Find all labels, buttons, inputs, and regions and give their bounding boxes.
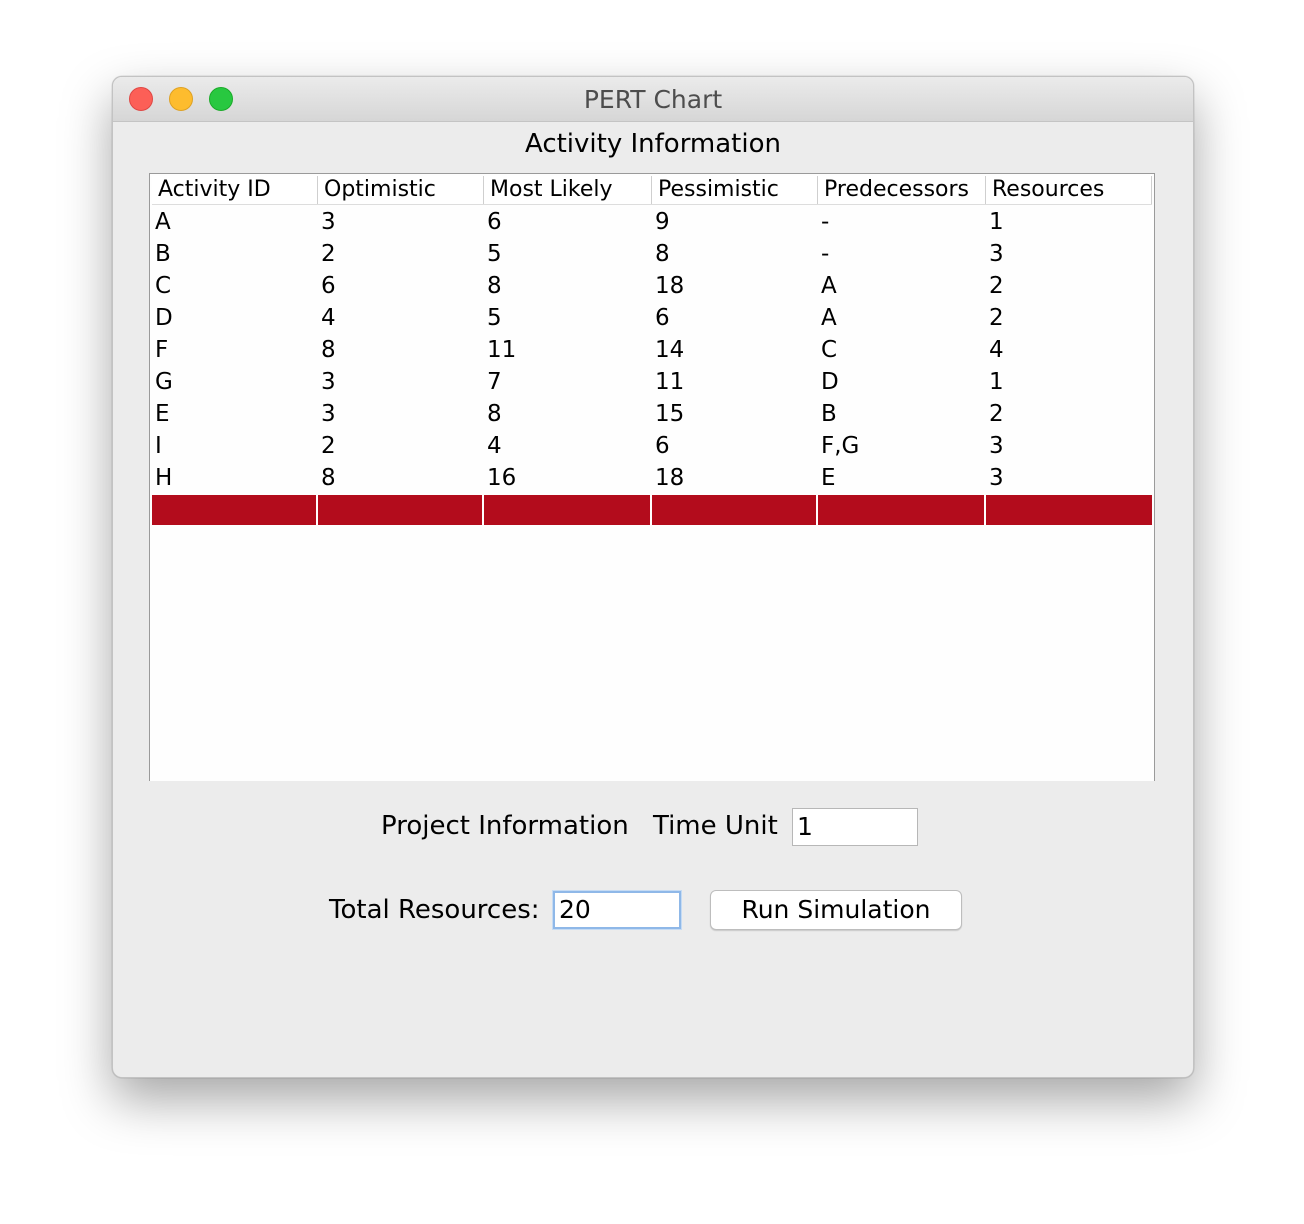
cell-pessimistic[interactable]: 11 <box>652 366 818 398</box>
table-row[interactable]: I 2 4 6 F,G 3 <box>152 430 1152 462</box>
column-header-optimistic[interactable]: Optimistic <box>318 176 484 204</box>
cell-resources[interactable]: 3 <box>986 238 1152 270</box>
time-unit-label: Time Unit <box>653 811 778 841</box>
total-resources-label: Total Resources: <box>329 895 540 925</box>
cell-optimistic[interactable]: 2 <box>318 430 484 462</box>
cell-pessimistic[interactable]: 15 <box>652 398 818 430</box>
title-bar[interactable]: PERT Chart <box>113 77 1193 122</box>
cell-activity-id[interactable]: I <box>152 430 318 462</box>
cell-pessimistic[interactable]: 8 <box>652 238 818 270</box>
cell-optimistic[interactable]: 3 <box>318 398 484 430</box>
cell-activity-id[interactable]: D <box>152 302 318 334</box>
project-information-label: Project Information <box>381 811 629 841</box>
column-header-most-likely[interactable]: Most Likely <box>484 176 652 204</box>
cell-most-likely[interactable]: 11 <box>484 334 652 366</box>
cell-activity-id[interactable]: A <box>152 206 318 238</box>
cell-pessimistic[interactable]: 6 <box>652 430 818 462</box>
cell-activity-id[interactable]: B <box>152 238 318 270</box>
cell-optimistic[interactable]: 6 <box>318 270 484 302</box>
cell-pessimistic[interactable]: 18 <box>652 270 818 302</box>
cell-activity-id[interactable]: G <box>152 366 318 398</box>
cell-activity-id[interactable]: C <box>152 270 318 302</box>
cell-activity-id[interactable]: F <box>152 334 318 366</box>
cell-optimistic[interactable]: 3 <box>318 366 484 398</box>
cell-most-likely[interactable]: 8 <box>484 398 652 430</box>
table-row[interactable]: F 8 11 14 C 4 <box>152 334 1152 366</box>
cell-most-likely[interactable]: 4 <box>484 430 652 462</box>
cell-resources[interactable]: 2 <box>986 302 1152 334</box>
cell-most-likely[interactable]: 8 <box>484 270 652 302</box>
cell-predecessors-editing[interactable] <box>818 495 986 525</box>
maximize-window-icon[interactable] <box>209 87 233 111</box>
close-window-icon[interactable] <box>129 87 153 111</box>
cell-activity-id[interactable]: H <box>152 462 318 494</box>
table-header: Activity ID Optimistic Most Likely Pessi… <box>152 176 1152 205</box>
column-header-resources[interactable]: Resources <box>986 176 1152 204</box>
cell-most-likely-editing[interactable] <box>484 495 652 525</box>
app-window: PERT Chart Activity Information Activity… <box>112 76 1194 1078</box>
table-row[interactable]: C 6 8 18 A 2 <box>152 270 1152 302</box>
cell-predecessors[interactable]: C <box>818 334 986 366</box>
cell-resources[interactable]: 3 <box>986 430 1152 462</box>
cell-pessimistic[interactable]: 14 <box>652 334 818 366</box>
table-row[interactable]: H 8 16 18 E 3 <box>152 462 1152 494</box>
activity-table[interactable]: Activity ID Optimistic Most Likely Pessi… <box>149 173 1155 781</box>
cell-most-likely[interactable]: 6 <box>484 206 652 238</box>
table-row[interactable]: E 3 8 15 B 2 <box>152 398 1152 430</box>
cell-pessimistic-editing[interactable] <box>652 495 818 525</box>
cell-predecessors[interactable]: E <box>818 462 986 494</box>
cell-predecessors[interactable]: A <box>818 270 986 302</box>
cell-activity-id-editing[interactable] <box>152 495 318 525</box>
cell-most-likely[interactable]: 7 <box>484 366 652 398</box>
window-title: PERT Chart <box>583 85 723 114</box>
cell-activity-id[interactable]: E <box>152 398 318 430</box>
cell-resources[interactable]: 1 <box>986 366 1152 398</box>
cell-predecessors[interactable]: B <box>818 398 986 430</box>
column-header-activity-id[interactable]: Activity ID <box>152 176 318 204</box>
cell-optimistic[interactable]: 2 <box>318 238 484 270</box>
cell-optimistic[interactable]: 8 <box>318 462 484 494</box>
cell-resources[interactable]: 1 <box>986 206 1152 238</box>
cell-most-likely[interactable]: 5 <box>484 238 652 270</box>
table-row[interactable]: A 3 6 9 - 1 <box>152 206 1152 238</box>
cell-predecessors[interactable]: - <box>818 238 986 270</box>
activity-section-title: Activity Information <box>524 129 781 159</box>
table-row[interactable]: B 2 5 8 - 3 <box>152 238 1152 270</box>
cell-predecessors[interactable]: A <box>818 302 986 334</box>
cell-resources-editing[interactable] <box>986 495 1152 525</box>
selected-empty-row[interactable] <box>152 494 1152 526</box>
cell-resources[interactable]: 3 <box>986 462 1152 494</box>
cell-resources[interactable]: 2 <box>986 270 1152 302</box>
run-simulation-button[interactable]: Run Simulation <box>710 890 962 930</box>
cell-most-likely[interactable]: 5 <box>484 302 652 334</box>
column-header-predecessors[interactable]: Predecessors <box>818 176 986 204</box>
cell-pessimistic[interactable]: 18 <box>652 462 818 494</box>
cell-predecessors[interactable]: - <box>818 206 986 238</box>
time-unit-field[interactable]: 1 <box>792 808 918 846</box>
cell-pessimistic[interactable]: 9 <box>652 206 818 238</box>
cell-pessimistic[interactable]: 6 <box>652 302 818 334</box>
cell-optimistic[interactable]: 4 <box>318 302 484 334</box>
column-header-pessimistic[interactable]: Pessimistic <box>652 176 818 204</box>
total-resources-field[interactable]: 20 <box>553 891 681 929</box>
table-row[interactable]: G 3 7 11 D 1 <box>152 366 1152 398</box>
cell-resources[interactable]: 2 <box>986 398 1152 430</box>
cell-predecessors[interactable]: D <box>818 366 986 398</box>
table-row[interactable]: D 4 5 6 A 2 <box>152 302 1152 334</box>
cell-most-likely[interactable]: 16 <box>484 462 652 494</box>
cell-resources[interactable]: 4 <box>986 334 1152 366</box>
cell-optimistic[interactable]: 8 <box>318 334 484 366</box>
cell-optimistic[interactable]: 3 <box>318 206 484 238</box>
cell-optimistic-editing[interactable] <box>318 495 484 525</box>
minimize-window-icon[interactable] <box>169 87 193 111</box>
cell-predecessors[interactable]: F,G <box>818 430 986 462</box>
